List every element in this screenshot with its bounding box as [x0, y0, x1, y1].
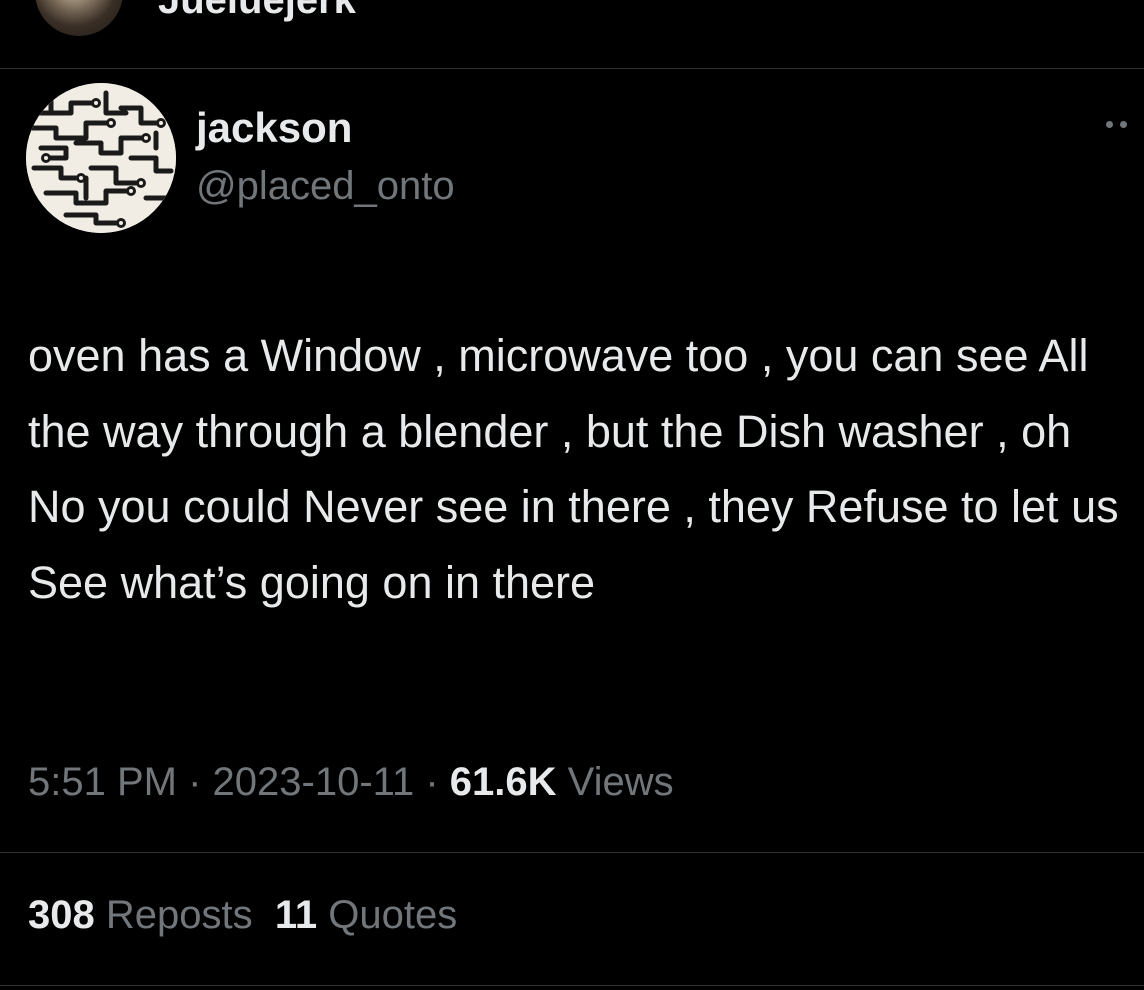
circuit-avatar-image — [26, 83, 176, 233]
top-divider — [0, 68, 1144, 69]
tweet-time[interactable]: 5:51 PM — [28, 760, 177, 804]
tweet-date[interactable]: 2023-10-11 — [213, 760, 415, 804]
previous-author-avatar[interactable] — [35, 0, 123, 36]
quotes-link[interactable]: 11 Quotes — [275, 893, 457, 937]
previous-tweet-header: Jueluejerk — [0, 0, 1144, 68]
author-display-name[interactable]: jackson — [196, 104, 352, 152]
stats-bottom-divider — [0, 985, 1144, 986]
ellipsis-dot — [1120, 120, 1127, 128]
meta-separator: · — [425, 760, 439, 804]
views-label[interactable]: Views — [568, 760, 674, 804]
author-avatar[interactable] — [26, 83, 176, 233]
tweet-text: oven has a Window , microwave too , you … — [28, 330, 1119, 608]
ellipsis-dot — [1106, 120, 1113, 128]
previous-author-name[interactable]: Jueluejerk — [158, 0, 356, 23]
tweet-stats: 308 Reposts 11 Quotes — [28, 893, 457, 938]
reposts-count: 308 — [28, 893, 95, 937]
quotes-label: Quotes — [328, 893, 458, 937]
quotes-count: 11 — [274, 893, 318, 937]
reposts-label: Reposts — [105, 893, 253, 937]
tweet-meta: 5:51 PM · 2023-10-11 · 61.6K Views — [28, 760, 674, 805]
author-handle[interactable]: @placed_onto — [196, 164, 455, 209]
reposts-link[interactable]: 308 Reposts — [28, 893, 253, 937]
meta-separator: · — [188, 760, 202, 804]
ellipsis-icon[interactable] — [1106, 116, 1136, 132]
stats-top-divider — [0, 852, 1144, 853]
views-count[interactable]: 61.6K — [450, 760, 557, 804]
